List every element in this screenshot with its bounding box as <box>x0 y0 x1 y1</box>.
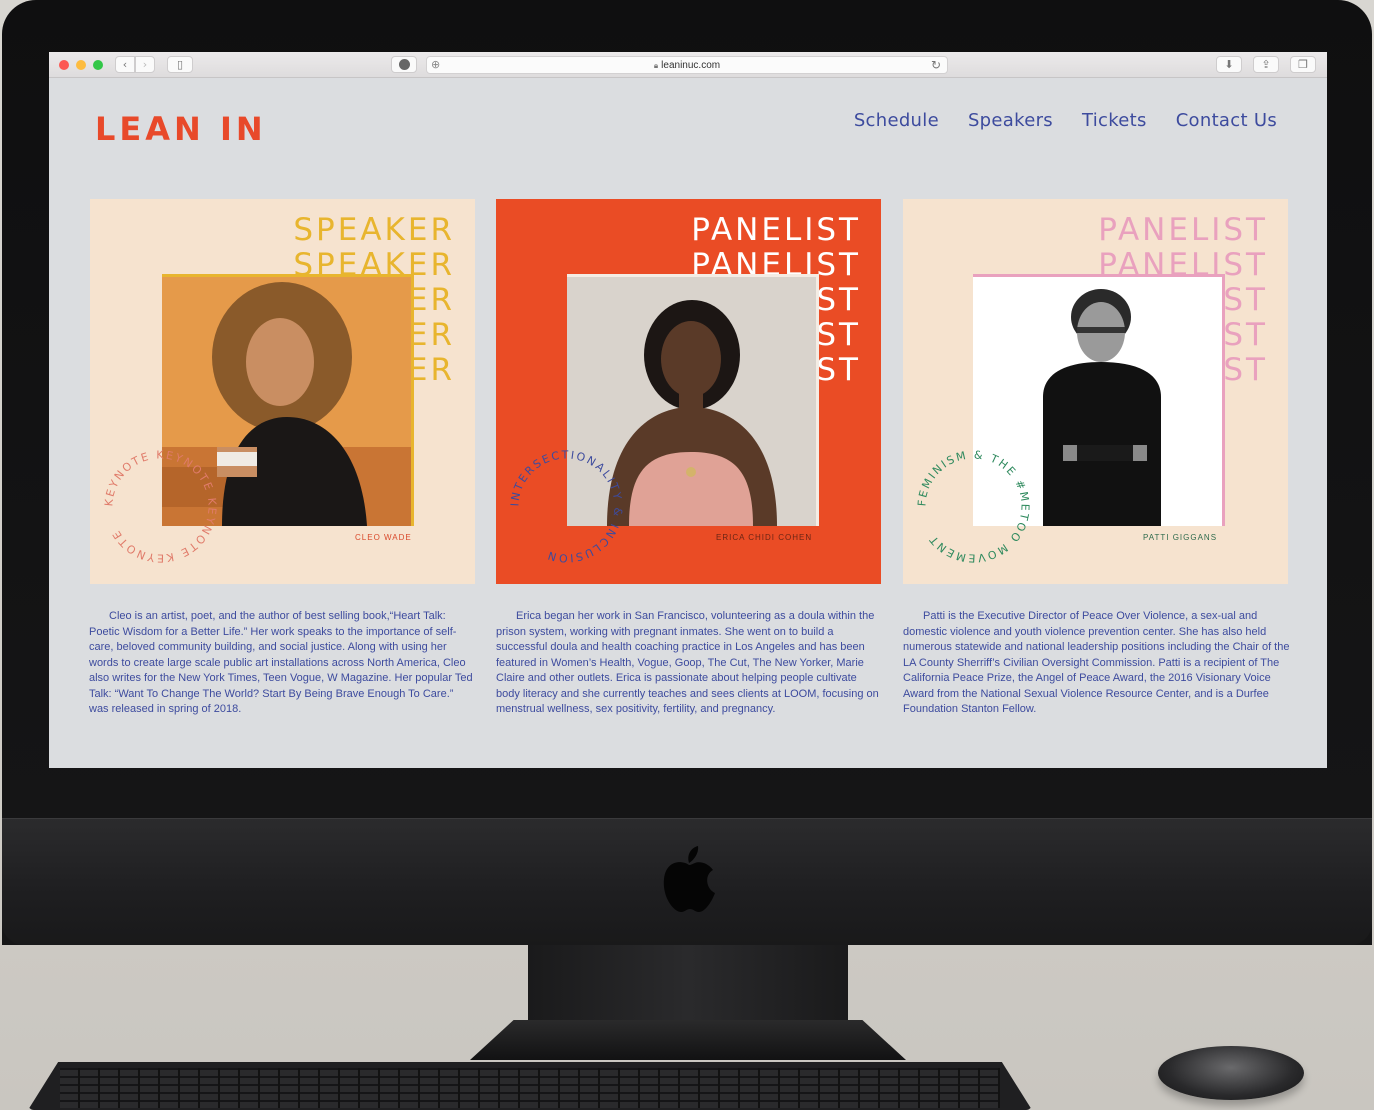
mouse <box>1158 1046 1304 1100</box>
share-icon: ⇪ <box>1261 58 1271 71</box>
speaker-card[interactable]: SPEAKER SPEAKER SPEAKER SPEAKER SPEAKER … <box>90 199 475 584</box>
close-window-button[interactable] <box>59 60 69 70</box>
reload-icon[interactable]: ↻ <box>931 57 941 73</box>
nav-link-schedule[interactable]: Schedule <box>854 110 939 131</box>
address-bar[interactable]: ⊕ 🔒︎ leaninuc.com ↻ <box>426 56 948 74</box>
keyboard-keys <box>60 1068 1000 1108</box>
share-button[interactable]: ⇪ <box>1253 56 1279 73</box>
topic-badge-text: FEMINISM & THE #METOO MOVEMENT <box>915 448 1029 564</box>
imac-stand-foot <box>470 1020 906 1060</box>
topic-badge: INTERSECTIONALITY & INCLUSION <box>508 448 624 564</box>
minimize-window-button[interactable] <box>76 60 86 70</box>
extension-icon <box>398 59 410 70</box>
chevron-left-icon: ‹ <box>122 58 128 71</box>
apple-logo-icon <box>663 846 715 913</box>
url-text: leaninuc.com <box>661 60 721 71</box>
zoom-window-button[interactable] <box>93 60 103 70</box>
svg-text:KEYNOTE KEYNOTE KEYNOTE KEYNOT: KEYNOTE KEYNOTE KEYNOTE KEYNOTE <box>102 448 218 564</box>
panelist-name: PATTI GIGGANS <box>1143 533 1218 542</box>
lock-icon: 🔒︎ <box>653 61 659 70</box>
site-logo[interactable]: LEAN IN <box>95 110 267 148</box>
tab-overview-button[interactable]: ❐ <box>1290 56 1316 73</box>
speaker-bio: Cleo is an artist, poet, and the author … <box>89 610 473 715</box>
topic-badge-text: INTERSECTIONALITY & INCLUSION <box>508 448 622 564</box>
browser-toolbar: ‹ › ▯ ⊕ 🔒︎ leaninuc.com ↻ ⬇ ⇪ ❐ <box>49 52 1327 78</box>
nav-link-tickets[interactable]: Tickets <box>1082 110 1147 131</box>
topic-badge: FEMINISM & THE #METOO MOVEMENT <box>915 448 1031 564</box>
downloads-button[interactable]: ⬇ <box>1216 56 1242 73</box>
chevron-right-icon: › <box>142 58 148 71</box>
site-nav: Schedule Speakers Tickets Contact Us <box>854 110 1277 131</box>
role-title: PANELIST <box>1098 212 1268 248</box>
panelist-name: Erica Chidi Cohen <box>716 533 813 542</box>
imac-stand <box>528 945 848 1023</box>
svg-text:INTERSECTIONALITY & INCLUSION: INTERSECTIONALITY & INCLUSION <box>508 448 624 564</box>
back-button[interactable]: ‹ <box>115 56 135 73</box>
sidebar-icon: ▯ <box>176 58 184 71</box>
screen: ‹ › ▯ ⊕ 🔒︎ leaninuc.com ↻ ⬇ ⇪ ❐ LEAN IN S… <box>49 52 1327 768</box>
svg-text:FEMINISM & THE #METOO MOVEMENT: FEMINISM & THE #METOO MOVEMENT <box>915 448 1031 564</box>
url-display: 🔒︎ leaninuc.com <box>427 57 947 74</box>
panelist-card[interactable]: PANELIST PANELIST PANELIST PANELIST PANE… <box>496 199 881 584</box>
role-title: PANELIST <box>691 212 861 248</box>
speaker-name: Cleo Wade <box>355 533 412 542</box>
extension-button[interactable] <box>391 56 417 73</box>
panelist-card[interactable]: PANELIST PANELIST PANELIST PANELIST PANE… <box>903 199 1288 584</box>
nav-link-speakers[interactable]: Speakers <box>968 110 1053 131</box>
sidebar-toggle-button[interactable]: ▯ <box>167 56 193 73</box>
tabs-icon: ❐ <box>1298 58 1308 71</box>
forward-button[interactable]: › <box>135 56 155 73</box>
download-icon: ⬇ <box>1224 58 1234 71</box>
nav-link-contact[interactable]: Contact Us <box>1176 110 1277 131</box>
role-title: SPEAKER <box>293 212 455 248</box>
panelist-bio: Erica began her work in San Francisco, v… <box>496 610 879 715</box>
panelist-bio: Patti is the Executive Director of Peace… <box>903 610 1290 715</box>
keynote-badge-text: KEYNOTE KEYNOTE KEYNOTE KEYNOTE <box>102 448 216 564</box>
keynote-badge: KEYNOTE KEYNOTE KEYNOTE KEYNOTE <box>102 448 218 564</box>
